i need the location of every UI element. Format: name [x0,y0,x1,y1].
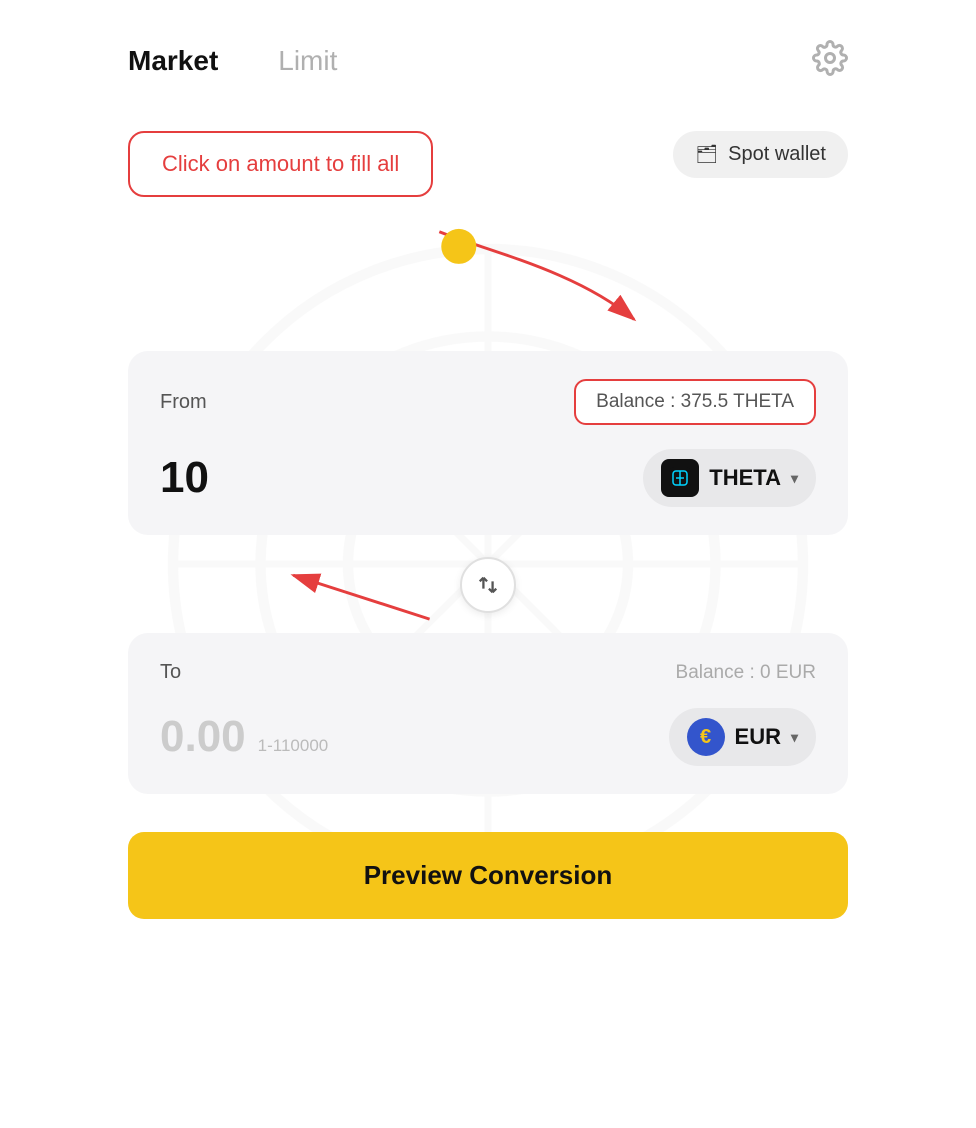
from-currency-label: THETA [709,465,781,491]
to-card-header: To Balance : 0 EUR [160,661,816,684]
to-currency-selector[interactable]: € EUR ▾ [669,708,816,766]
from-chevron-icon: ▾ [791,470,798,487]
from-label: From [160,391,207,414]
from-currency-selector[interactable]: THETA ▾ [643,449,816,507]
wallet-icon: 🗂 [695,144,718,165]
to-chevron-icon: ▾ [791,729,798,746]
swap-area [118,545,858,625]
from-card-body: 10 THETA ▾ [160,449,816,507]
from-card-header: From Balance : 375.5 THETA [160,379,816,425]
main-container: Market Limit Click on amount to fill all… [98,0,878,959]
to-label: To [160,661,181,684]
tab-market[interactable]: Market [128,45,218,77]
range-hint: 1-110000 [258,736,329,756]
tabs-group: Market Limit [128,45,337,77]
to-currency-label: EUR [735,724,781,750]
from-amount[interactable]: 10 [160,453,209,503]
to-card-body: 0.00 1-110000 € EUR ▾ [160,708,816,766]
annotation-area: Click on amount to fill all 🗂 Spot walle… [118,131,858,251]
swap-button[interactable] [460,557,516,613]
tabs-bar: Market Limit [118,40,858,81]
tab-limit[interactable]: Limit [278,45,337,77]
spot-wallet-label: Spot wallet [728,143,826,166]
theta-icon [661,459,699,497]
click-hint-box: Click on amount to fill all [128,131,433,197]
from-balance[interactable]: Balance : 375.5 THETA [574,379,816,425]
to-balance: Balance : 0 EUR [676,662,816,684]
preview-conversion-button[interactable]: Preview Conversion [128,832,848,919]
spot-wallet-button[interactable]: 🗂 Spot wallet [673,131,848,178]
to-amount[interactable]: 0.00 [160,712,246,762]
settings-icon[interactable] [812,40,848,81]
from-card: From Balance : 375.5 THETA 10 THETA [128,351,848,535]
to-amount-group: 0.00 1-110000 [160,712,328,762]
eur-icon: € [687,718,725,756]
to-card: To Balance : 0 EUR 0.00 1-110000 € EUR ▾ [128,633,848,794]
